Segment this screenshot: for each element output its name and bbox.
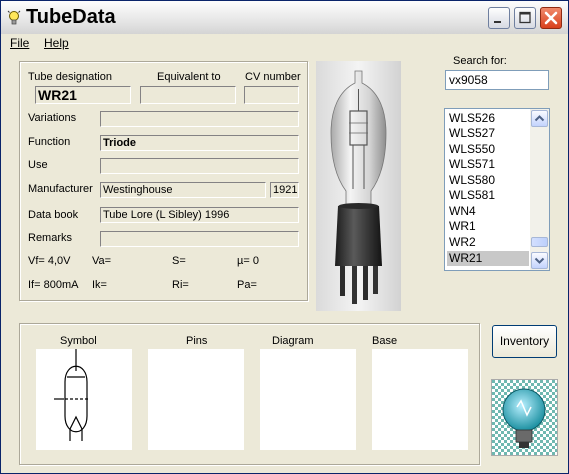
base-label: Base [372, 335, 398, 347]
list-item[interactable]: WR2 [447, 235, 529, 250]
menu-bar: File Help [1, 34, 568, 53]
title-bar[interactable]: TubeData [1, 1, 568, 35]
list-item-selected[interactable]: WR21 [447, 251, 529, 266]
list-item[interactable]: WN4 [447, 204, 529, 219]
function-field[interactable]: Triode [100, 135, 299, 151]
mu-value: µ= 0 [237, 255, 259, 267]
pins-label: Pins [186, 335, 208, 347]
menu-file[interactable]: File [10, 36, 29, 50]
scroll-thumb[interactable] [531, 237, 548, 247]
minimize-button[interactable] [488, 7, 510, 29]
search-input[interactable]: vx9058 [445, 70, 549, 90]
manufacturer-label: Manufacturer [28, 183, 93, 195]
equivalent-label: Equivalent to [157, 71, 221, 83]
maximize-icon [519, 11, 531, 24]
list-item[interactable]: WLS581 [447, 188, 529, 203]
list-item[interactable]: WLS580 [447, 173, 529, 188]
list-item[interactable]: WLS527 [447, 126, 529, 141]
diagram-panel [260, 349, 356, 450]
va-value: Va= [92, 255, 112, 267]
close-button[interactable] [540, 7, 562, 29]
app-window: TubeData File Help Tube designation Equi… [0, 0, 569, 474]
ik-value: Ik= [92, 279, 107, 291]
variations-label: Variations [28, 112, 77, 124]
list-item[interactable]: WLS526 [447, 111, 529, 126]
equivalent-field[interactable] [140, 86, 236, 104]
databook-field[interactable]: Tube Lore (L Sibley) 1996 [100, 207, 299, 223]
databook-label: Data book [28, 209, 79, 221]
if-value: If= 800mA [28, 279, 79, 291]
pins-panel [148, 349, 244, 450]
triode-symbol [54, 349, 88, 441]
pa-value: Pa= [237, 279, 257, 291]
use-field[interactable] [100, 158, 299, 174]
diagram-label: Diagram [272, 335, 314, 347]
app-logo [491, 379, 558, 456]
use-label: Use [28, 159, 48, 171]
search-label: Search for: [453, 55, 507, 67]
list-scrollbar[interactable] [530, 109, 549, 270]
minimize-icon [494, 21, 501, 23]
symbol-label: Symbol [60, 335, 97, 347]
cv-number-label: CV number [245, 71, 301, 83]
s-value: S= [172, 255, 186, 267]
list-item[interactable]: WR1 [447, 219, 529, 234]
window-title: TubeData [26, 6, 116, 28]
designation-label: Tube designation [28, 71, 112, 83]
menu-file-label: File [10, 36, 30, 50]
list-item[interactable]: WLS571 [447, 157, 529, 172]
year-field[interactable]: 1921 [270, 182, 299, 198]
base-panel [372, 349, 468, 450]
manufacturer-field[interactable]: Westinghouse [100, 182, 266, 198]
menu-help[interactable]: Help [44, 36, 69, 50]
scroll-down-button[interactable] [531, 252, 548, 269]
cv-number-field[interactable] [244, 86, 299, 104]
lightbulb-icon [7, 10, 21, 25]
menu-help-label: Help [44, 36, 69, 50]
designation-field[interactable]: WR21 [35, 86, 131, 104]
function-label: Function [28, 136, 71, 148]
scroll-up-button[interactable] [531, 110, 548, 127]
vf-value: Vf= 4,0V [28, 255, 71, 267]
inventory-button[interactable]: Inventory [492, 325, 557, 358]
chevron-down-icon [534, 257, 545, 264]
close-icon [544, 11, 558, 25]
remarks-field[interactable] [100, 231, 299, 247]
maximize-button[interactable] [514, 7, 536, 29]
ri-value: Ri= [172, 279, 189, 291]
list-item[interactable]: WLS550 [447, 142, 529, 157]
tube-photo [316, 61, 401, 311]
symbol-panel [36, 349, 132, 450]
variations-field[interactable] [100, 111, 299, 127]
tube-list[interactable]: WLS526 WLS527 WLS550 WLS571 WLS580 WLS58… [444, 108, 550, 271]
remarks-label: Remarks [28, 232, 73, 244]
chevron-up-icon [534, 115, 545, 122]
